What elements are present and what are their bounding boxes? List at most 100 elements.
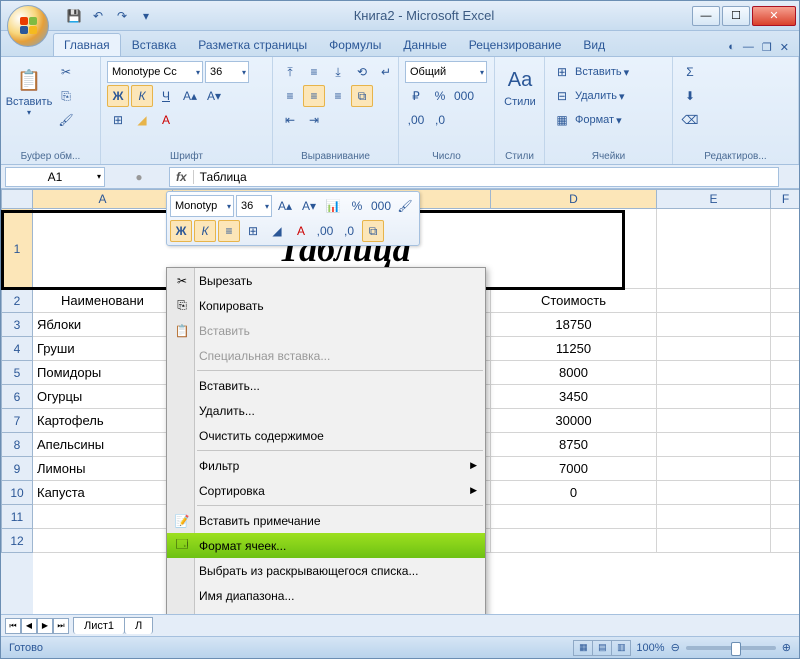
ctx-очиститьсодержимое[interactable]: Очистить содержимое bbox=[167, 423, 485, 448]
grow-font-icon[interactable]: A▴ bbox=[179, 85, 201, 107]
data-cell[interactable] bbox=[771, 457, 799, 481]
cell[interactable] bbox=[657, 529, 771, 553]
merge-center-icon[interactable]: ⧉ bbox=[351, 85, 373, 107]
ctx-выбратьизраскрывающегосясписка[interactable]: Выбрать из раскрывающегося списка... bbox=[167, 558, 485, 583]
data-cell[interactable] bbox=[771, 361, 799, 385]
normal-view-icon[interactable]: ▦ bbox=[573, 640, 593, 656]
zoom-slider[interactable] bbox=[686, 646, 776, 650]
align-middle-icon[interactable]: ≡ bbox=[303, 61, 325, 83]
ctx-вставитьпримечание[interactable]: 📝Вставить примечание bbox=[167, 508, 485, 533]
mini-fontcolor-icon[interactable]: A bbox=[290, 220, 312, 242]
data-cell[interactable] bbox=[771, 337, 799, 361]
data-cell[interactable]: Груши bbox=[33, 337, 173, 361]
align-right-icon[interactable]: ≡ bbox=[327, 85, 349, 107]
col-header-E[interactable]: E bbox=[657, 189, 771, 209]
mini-inc-dec-icon[interactable]: ,00 bbox=[314, 220, 336, 242]
zoom-in-icon[interactable]: ⊕ bbox=[782, 641, 791, 654]
sheet-tab[interactable]: Лист1 bbox=[73, 617, 125, 634]
cell[interactable] bbox=[771, 529, 799, 553]
clear-icon[interactable]: ⌫ bbox=[679, 109, 701, 131]
orientation-icon[interactable]: ⟲ bbox=[351, 61, 373, 83]
fill-color-icon[interactable]: ◢ bbox=[131, 109, 153, 131]
percent-icon[interactable]: % bbox=[429, 85, 451, 107]
zoom-level[interactable]: 100% bbox=[636, 642, 664, 654]
ctx-вставить[interactable]: Вставить... bbox=[167, 373, 485, 398]
pagebreak-view-icon[interactable]: ▥ bbox=[611, 640, 631, 656]
copy-icon[interactable]: ⎘ bbox=[55, 85, 77, 107]
delete-cells-icon[interactable]: ⊟ bbox=[551, 85, 573, 107]
data-cell[interactable]: Помидоры bbox=[33, 361, 173, 385]
data-cell[interactable]: 18750 bbox=[491, 313, 657, 337]
mini-merge-icon[interactable]: ⧉ bbox=[362, 220, 384, 242]
data-cell[interactable]: 8750 bbox=[491, 433, 657, 457]
data-cell[interactable] bbox=[771, 409, 799, 433]
worksheet-grid[interactable]: ACDEF 123456789101112 ТаблицаНаименовани… bbox=[1, 189, 799, 614]
formula-input[interactable]: fx Таблица bbox=[169, 167, 779, 187]
delete-cells-button[interactable]: Удалить bbox=[575, 90, 617, 102]
font-name-dropdown[interactable]: Monotype Cc bbox=[107, 61, 203, 83]
ctx-гиперссылка[interactable]: 🔗Гиперссылка... bbox=[167, 608, 485, 614]
data-cell[interactable]: 11250 bbox=[491, 337, 657, 361]
wrap-text-icon[interactable]: ↵ bbox=[375, 61, 397, 83]
cut-icon[interactable]: ✂ bbox=[55, 61, 77, 83]
row-header-7[interactable]: 7 bbox=[1, 409, 33, 433]
data-cell[interactable]: Капуста bbox=[33, 481, 173, 505]
data-cell[interactable]: Огурцы bbox=[33, 385, 173, 409]
cell[interactable] bbox=[33, 529, 173, 553]
sheet-nav-next-icon[interactable]: ▶ bbox=[37, 618, 53, 634]
borders-icon[interactable]: ⊞ bbox=[107, 109, 129, 131]
align-top-icon[interactable]: ⤒ bbox=[279, 61, 301, 83]
format-painter-icon[interactable]: 🖌 bbox=[55, 109, 77, 131]
header-cell[interactable]: Стоимость bbox=[491, 289, 657, 313]
select-all-corner[interactable] bbox=[1, 189, 33, 209]
decrease-indent-icon[interactable]: ⇤ bbox=[279, 109, 301, 131]
data-cell[interactable] bbox=[657, 409, 771, 433]
cell[interactable] bbox=[771, 505, 799, 529]
data-cell[interactable] bbox=[657, 457, 771, 481]
maximize-button[interactable]: ☐ bbox=[722, 6, 750, 26]
row-header-12[interactable]: 12 bbox=[1, 529, 33, 553]
data-cell[interactable] bbox=[771, 481, 799, 505]
bold-button[interactable]: Ж bbox=[107, 85, 129, 107]
row-header-5[interactable]: 5 bbox=[1, 361, 33, 385]
header-cell[interactable] bbox=[771, 289, 799, 313]
tab-главная[interactable]: Главная bbox=[53, 33, 121, 56]
row-header-8[interactable]: 8 bbox=[1, 433, 33, 457]
ctx-фильтр[interactable]: Фильтр▶ bbox=[167, 453, 485, 478]
data-cell[interactable]: 7000 bbox=[491, 457, 657, 481]
data-cell[interactable] bbox=[771, 433, 799, 457]
row-header-11[interactable]: 11 bbox=[1, 505, 33, 529]
format-cells-button[interactable]: Формат bbox=[575, 114, 614, 126]
increase-decimal-icon[interactable]: ,00 bbox=[405, 109, 427, 131]
tab-вид[interactable]: Вид bbox=[572, 33, 616, 56]
help-icon[interactable]: ◐ bbox=[726, 39, 737, 56]
ctx-форматячеек[interactable]: 🗔Формат ячеек... bbox=[167, 533, 485, 558]
align-center-icon[interactable]: ≡ bbox=[303, 85, 325, 107]
font-color-icon[interactable]: A bbox=[155, 109, 177, 131]
mini-shrink-font-icon[interactable]: A▾ bbox=[298, 195, 320, 217]
row-header-1[interactable]: 1 bbox=[1, 209, 33, 289]
mini-grow-font-icon[interactable]: A▴ bbox=[274, 195, 296, 217]
redo-icon[interactable]: ↷ bbox=[111, 5, 133, 27]
ctx-имядиапазона[interactable]: Имя диапазона... bbox=[167, 583, 485, 608]
page-layout-view-icon[interactable]: ▤ bbox=[592, 640, 612, 656]
mini-comma-icon[interactable]: 000 bbox=[370, 195, 392, 217]
header-cell[interactable] bbox=[657, 289, 771, 313]
mini-styles-icon[interactable]: 📊 bbox=[322, 195, 344, 217]
minimize-button[interactable]: — bbox=[692, 6, 720, 26]
cell[interactable] bbox=[771, 209, 799, 289]
data-cell[interactable] bbox=[771, 313, 799, 337]
data-cell[interactable] bbox=[657, 433, 771, 457]
zoom-out-icon[interactable]: ⊖ bbox=[671, 641, 680, 654]
ctx-копировать[interactable]: ⎘Копировать bbox=[167, 293, 485, 318]
autosum-icon[interactable]: Σ bbox=[679, 61, 701, 83]
insert-cells-icon[interactable]: ⊞ bbox=[551, 61, 573, 83]
name-box[interactable]: A1 bbox=[5, 167, 105, 187]
paste-button[interactable]: 📋 Вставить▾ bbox=[7, 61, 51, 120]
shrink-font-icon[interactable]: A▾ bbox=[203, 85, 225, 107]
row-header-9[interactable]: 9 bbox=[1, 457, 33, 481]
data-cell[interactable]: 30000 bbox=[491, 409, 657, 433]
italic-button[interactable]: К bbox=[131, 85, 153, 107]
format-cells-icon[interactable]: ▦ bbox=[551, 109, 573, 131]
data-cell[interactable]: Яблоки bbox=[33, 313, 173, 337]
